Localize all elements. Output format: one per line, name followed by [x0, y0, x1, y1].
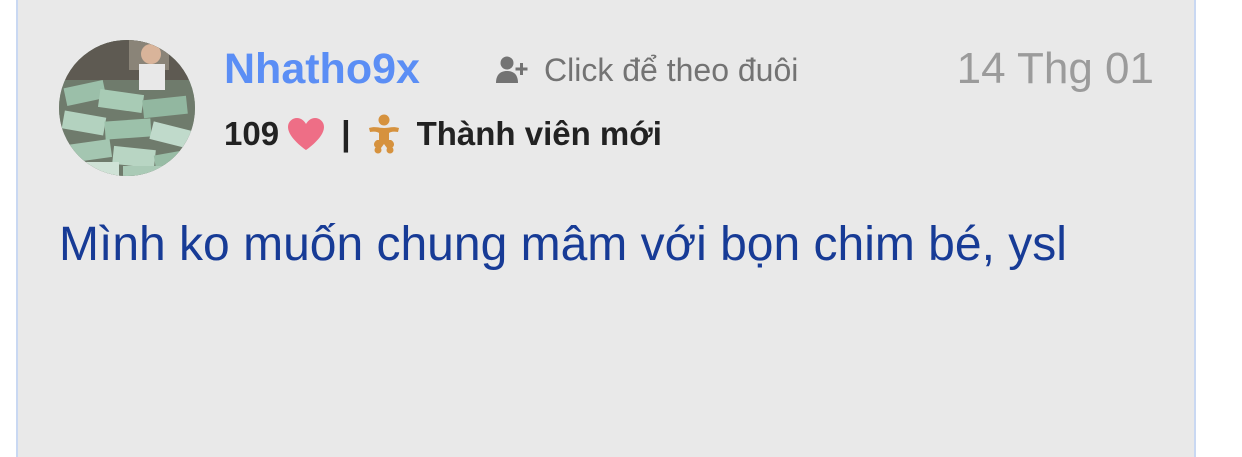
heart-icon[interactable] — [287, 117, 325, 151]
user-plus-icon — [496, 56, 528, 83]
post-content: Mình ko muốn chung mâm với bọn chim bé, … — [59, 218, 1067, 271]
post-date: 14 Thg 01 — [956, 44, 1154, 93]
page: Nhatho9x Click để theo đuôi 14 Thg 01 10… — [0, 0, 1242, 457]
author-name[interactable]: Nhatho9x — [224, 44, 420, 94]
member-rank: Thành viên mới — [416, 115, 662, 152]
follow-label: Click để theo đuôi — [544, 51, 799, 88]
author-meta: 109 | Thành viên mới — [224, 112, 662, 156]
meta-separator: | — [341, 114, 351, 153]
avatar[interactable] — [59, 40, 195, 176]
user-avatar-photo — [59, 40, 195, 176]
baby-icon — [368, 114, 399, 154]
post-card: Nhatho9x Click để theo đuôi 14 Thg 01 10… — [16, 0, 1196, 457]
follow-button[interactable]: Click để theo đuôi — [496, 50, 798, 90]
like-count: 109 — [224, 115, 280, 152]
